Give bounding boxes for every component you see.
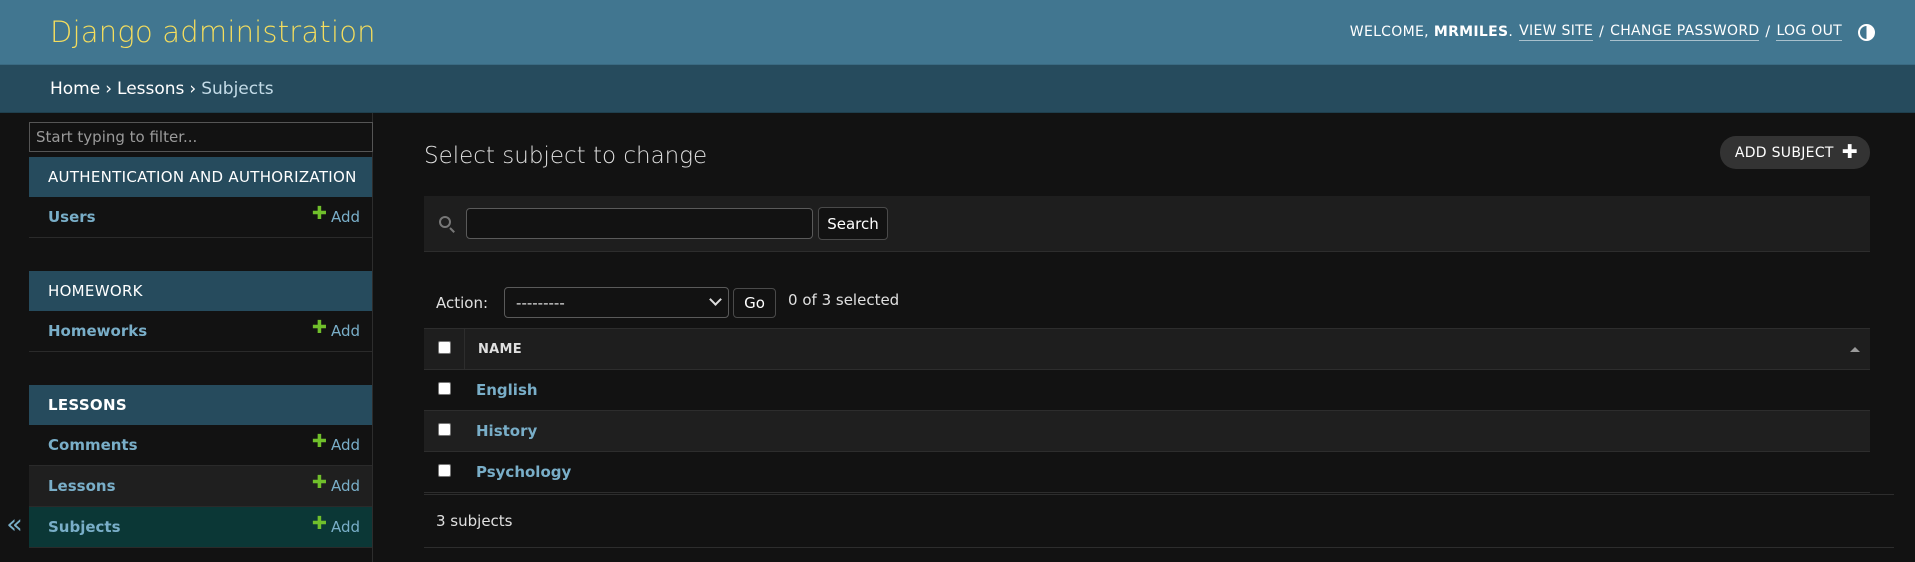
add-users-link[interactable]: ✚ Add [311, 203, 360, 227]
plus-icon: ✚ [311, 317, 327, 338]
sidebar-item-subjects: Subjects ✚ Add [29, 507, 372, 548]
theme-toggle-icon[interactable] [1858, 23, 1875, 41]
sidebar-item-label[interactable]: Homeworks [48, 322, 147, 340]
add-subjects-link[interactable]: ✚ Add [311, 513, 360, 537]
welcome-text: WELCOME, [1349, 24, 1429, 40]
module-caption-auth[interactable]: AUTHENTICATION AND AUTHORIZATION [29, 157, 372, 197]
select-all-cell [424, 329, 465, 369]
row-checkbox[interactable] [438, 463, 451, 477]
row-checkbox[interactable] [438, 422, 451, 436]
plus-icon: ✚ [311, 513, 327, 534]
action-label: Action: [436, 293, 489, 312]
breadcrumb-separator: › [189, 78, 197, 99]
site-branding[interactable]: Django administration [50, 15, 376, 49]
add-label: Add [330, 518, 360, 536]
username-suffix: . [1508, 24, 1514, 40]
table-row: English [424, 370, 1870, 411]
table-row: History [424, 411, 1870, 452]
add-subject-button[interactable]: ADD SUBJECT ✚ [1719, 136, 1870, 169]
paginator: 3 subjects [424, 494, 1894, 548]
module-auth: AUTHENTICATION AND AUTHORIZATION Users ✚… [29, 157, 372, 238]
add-label: Add [330, 322, 360, 340]
results-table: NAME English History Psychology [424, 328, 1870, 493]
add-lessons-link[interactable]: ✚ Add [311, 472, 360, 496]
module-caption-lessons[interactable]: LESSONS [29, 385, 372, 425]
sidebar-item-label[interactable]: Users [48, 208, 96, 226]
action-select[interactable]: --------- [504, 287, 730, 318]
row-checkbox-cell [424, 411, 465, 451]
column-header-name[interactable]: NAME [465, 342, 1850, 357]
change-password-link[interactable]: CHANGE PASSWORD [1610, 23, 1760, 41]
add-subject-label: ADD SUBJECT [1734, 144, 1834, 161]
row-link[interactable]: English [465, 381, 538, 399]
add-comments-link[interactable]: ✚ Add [311, 431, 360, 455]
breadcrumb: Home › Lessons › Subjects [0, 65, 1915, 113]
main-container: « AUTHENTICATION AND AUTHORIZATION Users… [0, 113, 1915, 562]
search-icon [438, 215, 456, 233]
sidebar-item-label[interactable]: Comments [48, 436, 138, 454]
module-caption-homework[interactable]: HOMEWORK [29, 271, 372, 311]
add-label: Add [330, 477, 360, 495]
row-link[interactable]: Psychology [465, 463, 571, 481]
separator: / [1765, 24, 1771, 40]
search-input[interactable] [466, 208, 813, 239]
row-link[interactable]: History [465, 422, 537, 440]
chevron-down-icon [709, 293, 722, 306]
sidebar-item-homeworks: Homeworks ✚ Add [29, 311, 372, 352]
nav-filter-input[interactable] [29, 122, 373, 152]
table-header: NAME [424, 328, 1870, 370]
breadcrumb-lessons[interactable]: Lessons [117, 79, 184, 99]
plus-icon: ✚ [311, 472, 327, 493]
sort-ascending-icon[interactable] [1850, 346, 1860, 352]
plus-icon: ✚ [1841, 141, 1858, 163]
plus-icon: ✚ [311, 203, 327, 224]
add-homeworks-link[interactable]: ✚ Add [311, 317, 360, 341]
breadcrumb-home[interactable]: Home [50, 79, 100, 99]
search-toolbar: Search [424, 196, 1870, 252]
search-button[interactable]: Search [818, 207, 888, 240]
user-tools: WELCOME, MRMILES . VIEW SITE / CHANGE PA… [1350, 23, 1875, 41]
module-lessons: LESSONS Comments ✚ Add Lessons ✚ Add Subje… [29, 385, 372, 548]
module-homework: HOMEWORK Homeworks ✚ Add [29, 271, 372, 352]
plus-icon: ✚ [311, 431, 327, 452]
row-checkbox-cell [424, 452, 465, 492]
add-label: Add [330, 436, 360, 454]
table-row: Psychology [424, 452, 1870, 493]
view-site-link[interactable]: VIEW SITE [1519, 23, 1594, 41]
row-checkbox-cell [424, 370, 465, 410]
sidebar-item-lessons: Lessons ✚ Add [29, 466, 372, 507]
username: MRMILES [1433, 24, 1509, 40]
row-checkbox[interactable] [438, 381, 451, 395]
site-header: Django administration WELCOME, MRMILES .… [0, 0, 1915, 65]
nav-sidebar: AUTHENTICATION AND AUTHORIZATION Users ✚… [29, 113, 373, 562]
sidebar-item-users: Users ✚ Add [29, 197, 372, 238]
selected-count: 0 of 3 selected [788, 290, 900, 309]
add-label: Add [330, 208, 360, 226]
breadcrumb-current: Subjects [201, 78, 274, 99]
action-selected-value: --------- [516, 293, 565, 312]
log-out-link[interactable]: LOG OUT [1776, 23, 1842, 41]
page-title: Select subject to change [424, 143, 708, 169]
sidebar-item-label[interactable]: Subjects [48, 518, 121, 536]
sidebar-item-comments: Comments ✚ Add [29, 425, 372, 466]
breadcrumb-separator: › [105, 78, 113, 99]
go-button[interactable]: Go [733, 287, 777, 318]
actions-bar: Action: --------- Go 0 of 3 selected [424, 286, 1024, 319]
sidebar-item-label[interactable]: Lessons [48, 477, 116, 495]
separator: / [1599, 24, 1605, 40]
collapse-sidebar-icon[interactable]: « [0, 113, 29, 562]
select-all-checkbox[interactable] [437, 340, 451, 354]
